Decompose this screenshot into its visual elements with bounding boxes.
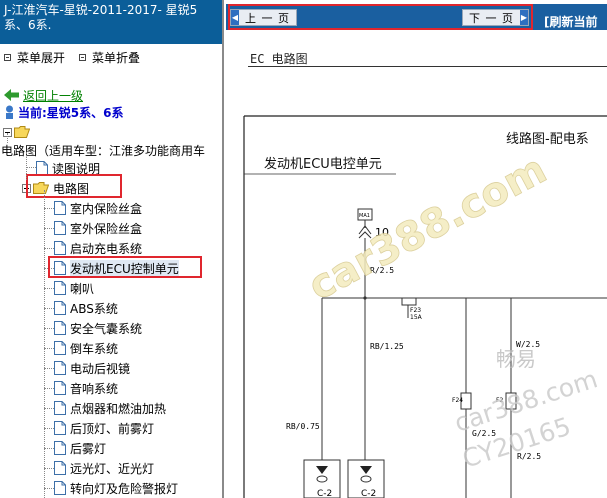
panel-title: J-江淮汽车-星锐-2011-2017- 星锐5系、6系.	[0, 0, 222, 44]
document-icon	[54, 241, 66, 255]
tree-guide-line	[44, 308, 54, 309]
tree-item-label: 电动后视镜	[70, 361, 131, 376]
connector-label: C-2	[361, 489, 376, 498]
document-icon	[54, 461, 66, 475]
nav-highlight	[228, 4, 533, 30]
tree-item[interactable]: 室外保险丝盒	[54, 219, 142, 237]
tree-item[interactable]: 电动后视镜	[54, 359, 130, 377]
circuit-diagram: 线路图-配电系 发动机ECU电控单元 MA1 10 R/2.5 F23 15A …	[243, 115, 607, 498]
tree-guide-line	[44, 388, 54, 389]
connector-label: C-2	[317, 489, 332, 498]
current-location: 当前:星锐5系、6系	[4, 104, 124, 120]
tree-item-label: 启动充电系统	[70, 241, 143, 256]
document-icon	[36, 161, 48, 175]
tree-item-label: 后顶灯、前雾灯	[70, 421, 155, 436]
tree-guide-line	[44, 488, 54, 489]
selected-item-highlight	[48, 256, 202, 278]
tree-guide-line	[26, 167, 36, 168]
tree-item-label: 安全气囊系统	[70, 321, 143, 336]
refresh-link[interactable]: [刷新当前	[544, 13, 598, 30]
tree-guide-line	[44, 328, 54, 329]
tree-guide-line	[44, 288, 54, 289]
tree-item[interactable]: 喇叭	[54, 279, 94, 297]
folder-open-icon	[14, 126, 30, 138]
menu-expand-label: 菜单展开	[17, 50, 66, 65]
document-icon	[54, 281, 66, 295]
tree-guide-line	[44, 208, 54, 209]
tree-item[interactable]: 安全气囊系统	[54, 319, 142, 337]
tree-item[interactable]: 启动充电系统	[54, 239, 142, 257]
tree-guide-line	[44, 468, 54, 469]
tree-guide-line	[44, 428, 54, 429]
connector-pin	[316, 475, 328, 483]
tree-item[interactable]: 点烟器和燃油加热	[54, 399, 166, 417]
tree-guide-line	[26, 152, 27, 180]
document-icon	[54, 401, 66, 415]
tree-item-label: 点烟器和燃油加热	[70, 401, 167, 416]
wire-label: RB/1.25	[370, 342, 404, 351]
tree-item[interactable]: ABS系统	[54, 299, 118, 317]
watermark-text: 畅易	[496, 347, 536, 371]
connector-pin	[360, 475, 372, 483]
document-icon	[54, 421, 66, 435]
document-icon	[54, 481, 66, 495]
tree-guide-line	[7, 133, 8, 143]
tree-item-label: 远光灯、近光灯	[70, 461, 155, 476]
fuse-f24-label: F24	[452, 397, 463, 404]
document-icon	[54, 441, 66, 455]
tree-item[interactable]: 远光灯、近光灯	[54, 459, 154, 477]
tree-guide-line	[44, 448, 54, 449]
tree-item[interactable]: 室内保险丝盒	[54, 199, 142, 217]
tree-item-label: 音响系统	[70, 381, 119, 396]
tree-guide-line	[44, 348, 54, 349]
tree-item-label: 室内保险丝盒	[70, 201, 143, 216]
collapse-box-icon	[79, 53, 87, 61]
tree-guide-line	[44, 368, 54, 369]
tree-guide-line	[44, 190, 45, 498]
collapse-box-icon	[4, 53, 11, 61]
connector-box-label: MA1	[359, 213, 370, 219]
tree-panel: J-江淮汽车-星锐-2011-2017- 星锐5系、6系. 菜单展开 菜单折叠 …	[0, 0, 224, 498]
tree-guide-line	[44, 408, 54, 409]
tree-root-label[interactable]: 电路图（适用车型：江淮多功能商用车	[1, 141, 205, 159]
folder-highlight	[26, 174, 122, 198]
document-icon	[54, 361, 66, 375]
tree-guide-line	[44, 248, 54, 249]
tree-item[interactable]: 转向灯及危险警报灯	[54, 479, 178, 497]
document-icon	[54, 381, 66, 395]
tree-item[interactable]: 音响系统	[54, 379, 118, 397]
tree-item-label: 喇叭	[70, 281, 95, 296]
document-icon	[54, 341, 66, 355]
back-arrow-icon[interactable]	[4, 89, 20, 101]
wire-label: RB/0.75	[286, 422, 320, 431]
tree-item-label: ABS系统	[70, 301, 118, 316]
document-icon	[54, 321, 66, 335]
tree-item-label: 后雾灯	[70, 441, 107, 456]
menu-collapse-button[interactable]: 菜单折叠	[79, 49, 140, 66]
diagram-subtitle: 发动机ECU电控单元	[264, 156, 382, 172]
menu-expand-button[interactable]: 菜单展开	[4, 49, 65, 66]
menu-collapse-label: 菜单折叠	[92, 50, 141, 65]
fuse-f23-label: F23	[410, 307, 421, 314]
tree-item[interactable]: 后雾灯	[54, 439, 106, 457]
menu-row: 菜单展开 菜单折叠	[4, 49, 154, 65]
tree-guide-line	[44, 228, 54, 229]
document-icon	[54, 221, 66, 235]
tree-item[interactable]: 倒车系统	[54, 339, 118, 357]
diagram-title: 线路图-配电系	[506, 131, 589, 147]
current-location-label: 当前:星锐5系、6系	[18, 105, 124, 120]
tree-item-label: 转向灯及危险警报灯	[70, 481, 179, 496]
location-icon	[6, 105, 13, 119]
document-panel: ◀ 上 一 页 下 一 页 ▶ [刷新当前 EC 电路图 线路图-配电系 发动机…	[226, 0, 607, 498]
back-row: 返回上一级	[4, 87, 83, 103]
tree-item-label: 倒车系统	[70, 341, 119, 356]
fuse-f23-amp: 15A	[410, 314, 423, 321]
tree-item[interactable]: 后顶灯、前雾灯	[54, 419, 154, 437]
fuse-f23	[401, 297, 417, 306]
tree-root-text: 电路图（适用车型：江淮多功能商用车	[1, 143, 206, 158]
document-icon	[54, 201, 66, 215]
back-link[interactable]: 返回上一级	[23, 87, 83, 104]
document-icon	[54, 301, 66, 315]
tree-item-label: 室外保险丝盒	[70, 221, 143, 236]
